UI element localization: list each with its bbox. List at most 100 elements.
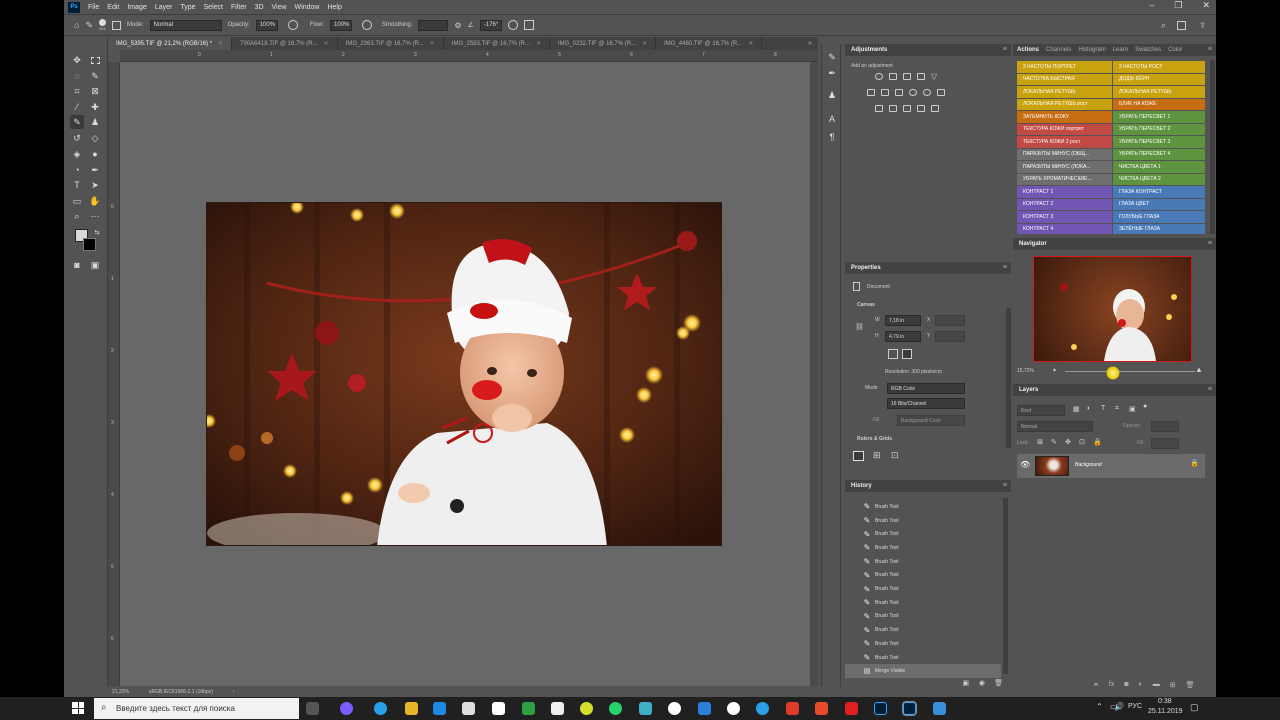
visibility-eye-icon[interactable]: 👁 <box>1020 460 1030 469</box>
history-item[interactable]: ✎ Brush Tool <box>845 623 1001 637</box>
healing-brush-tool-icon[interactable]: ✚ <box>88 100 102 114</box>
notifications-icon[interactable]: ▢ <box>1190 702 1199 713</box>
tabs-overflow-icon[interactable]: » <box>808 40 812 47</box>
tab-img-2363[interactable]: IMG_2363.TIF @ 16,7% (R... ✕ <box>338 37 444 50</box>
action-button[interactable]: ЧАСТОТКА БЫСТРАЯ <box>1017 73 1112 85</box>
history-item[interactable]: ✎ Brush Tool <box>845 500 1001 514</box>
tab-790a6418[interactable]: 790A6418.TIF @ 16,7% (R... ✕ <box>232 37 338 50</box>
lock-position-icon[interactable]: ✥ <box>1065 438 1071 446</box>
app-icon[interactable] <box>786 702 799 715</box>
layer-name[interactable]: Background <box>1075 462 1102 468</box>
lock-transparent-icon[interactable]: ⊠ <box>1037 438 1043 446</box>
zoom-slider-handle[interactable] <box>1106 366 1120 380</box>
swap-colors-icon[interactable]: ⇆ <box>90 225 104 239</box>
maximize-icon[interactable]: ❐ <box>1174 0 1182 11</box>
history-item[interactable]: ✎ Brush Tool <box>845 582 1001 596</box>
search-icon[interactable]: ⌕ <box>1161 20 1166 31</box>
grid-icon[interactable]: ⊞ <box>873 451 881 460</box>
zoom-out-icon[interactable]: ▴ <box>1053 366 1056 373</box>
flow-field[interactable]: 100% <box>330 19 353 31</box>
volume-icon[interactable]: 🔊 <box>1114 702 1124 711</box>
app-icon[interactable] <box>815 702 828 715</box>
smoothing-gear-icon[interactable]: ⚙ <box>454 21 461 30</box>
tab-color[interactable]: Color <box>1168 47 1182 53</box>
tab-img-4480[interactable]: IMG_4480.TIF @ 16,7% (R... ✕ <box>656 37 763 50</box>
app-icon[interactable] <box>727 702 740 715</box>
photoshop-taskbar-icon-active[interactable] <box>902 701 917 716</box>
history-item[interactable]: ✎ Brush Tool <box>845 569 1001 583</box>
actions-scrollbar[interactable] <box>1210 60 1215 234</box>
menu-view[interactable]: View <box>272 4 287 11</box>
language-indicator[interactable]: РУС <box>1128 703 1142 710</box>
zoom-tool-icon[interactable]: ⌕ <box>70 209 84 223</box>
hand-tool-icon[interactable]: ✋ <box>88 194 102 208</box>
history-item[interactable]: ✎ Brush Tool <box>845 527 1001 541</box>
brushes-panel-icon[interactable]: ✒ <box>826 68 838 80</box>
history-item-current[interactable]: ▤ Merge Visible <box>845 664 1001 679</box>
action-button[interactable]: КОНТРАСТ 4 <box>1017 223 1112 234</box>
posterize-icon[interactable] <box>889 105 897 112</box>
history-item[interactable]: ✎ Brush Tool <box>845 637 1001 651</box>
pen-tool-icon[interactable]: ✒ <box>88 163 102 177</box>
history-item[interactable]: ✎ Brush Tool <box>845 555 1001 569</box>
menu-image[interactable]: Image <box>127 4 146 11</box>
quick-select-tool-icon[interactable]: ✎ <box>88 69 102 83</box>
menu-edit[interactable]: Edit <box>107 4 119 11</box>
windows-start-icon[interactable] <box>72 702 84 714</box>
marquee-tool-icon[interactable] <box>88 53 102 67</box>
new-group-icon[interactable]: ▬ <box>1153 681 1160 689</box>
document-photo[interactable] <box>206 202 722 546</box>
new-snapshot-icon[interactable]: ◉ <box>979 679 985 687</box>
history-scrollbar[interactable] <box>1003 498 1008 674</box>
tab-img-2593[interactable]: IMG_2593.TIF @ 16,7% (R... ✕ <box>444 37 550 50</box>
quick-mask-icon[interactable]: ◙ <box>70 258 84 272</box>
notepad-icon[interactable] <box>492 702 505 715</box>
action-button[interactable]: БЛИК НА КОЖЕ <box>1113 98 1205 110</box>
tab-learn[interactable]: Learn <box>1113 47 1128 53</box>
action-button[interactable]: 3 ЧАСТОТЫ ПОРТРЕТ <box>1017 61 1112 73</box>
invert-icon[interactable] <box>875 105 883 112</box>
threshold-icon[interactable] <box>903 105 911 112</box>
mode-select[interactable]: Normal <box>149 19 222 31</box>
clone-source-icon[interactable]: ♟ <box>826 90 838 102</box>
action-button[interactable]: ЧИСТКА ЦВЕТА 1 <box>1113 161 1205 173</box>
brush-settings-icon[interactable] <box>111 20 121 30</box>
close-tab-icon[interactable]: ✕ <box>324 40 329 47</box>
levels-icon[interactable] <box>889 73 897 80</box>
background-color-swatch[interactable] <box>83 238 96 251</box>
eraser-tool-icon[interactable]: ◇ <box>88 131 102 145</box>
action-button[interactable]: УБРАТЬ ПЕРЕСВЕТ 4 <box>1113 148 1205 160</box>
path-selection-tool-icon[interactable]: ➤ <box>88 178 102 192</box>
menu-window[interactable]: Window <box>295 4 320 11</box>
brush-preset-picker[interactable]: 401 <box>98 19 106 31</box>
photo-filter-icon[interactable] <box>909 89 917 96</box>
navigator-zoom-value[interactable]: 15,72% <box>1017 368 1034 374</box>
action-button[interactable]: ГОЛУБЫЕ ГЛАЗА <box>1113 211 1205 223</box>
channel-mixer-icon[interactable] <box>923 89 931 96</box>
action-button[interactable]: ПАРАЗИТЫ МИНУС (ОБЩ... <box>1017 148 1112 160</box>
panel-menu-icon[interactable]: ≡ <box>1003 46 1007 53</box>
action-button[interactable]: ТЕКСТУРА КОЖИ 2 рост <box>1017 136 1112 148</box>
tray-chevron-icon[interactable]: ⌃ <box>1096 702 1103 711</box>
minimize-icon[interactable]: – <box>1149 0 1154 11</box>
lasso-tool-icon[interactable]: ◌ <box>70 69 84 83</box>
action-button[interactable]: 3 ЧАСТОТЫ РОСТ <box>1113 61 1205 73</box>
action-button[interactable]: ЗАТЕМНИТЬ КОЖУ <box>1017 111 1112 123</box>
history-brush-tool-icon[interactable]: ↺ <box>70 131 84 145</box>
layer-row-background[interactable]: 👁 Background 🔒 <box>1017 454 1205 478</box>
vibrance-icon[interactable]: ▽ <box>931 73 939 81</box>
frame-tool-icon[interactable]: ⊠ <box>88 84 102 98</box>
lock-artboard-icon[interactable]: ⊡ <box>1079 438 1085 446</box>
curves-icon[interactable] <box>903 73 911 80</box>
action-button[interactable]: ЧИСТКА ЦВЕТА 2 <box>1113 173 1205 185</box>
layer-fill-field[interactable] <box>1151 438 1179 449</box>
bit-depth-select[interactable]: 16 Bits/Channel <box>887 398 965 409</box>
tab-actions[interactable]: Actions <box>1017 47 1039 53</box>
filter-toggle-icon[interactable]: ● <box>1143 403 1147 410</box>
close-icon[interactable]: ✕ <box>1202 0 1210 11</box>
delete-state-icon[interactable]: 🗑 <box>994 679 1003 687</box>
shape-filter-icon[interactable]: ⌗ <box>1115 405 1119 413</box>
rectangle-tool-icon[interactable]: ▭ <box>70 194 84 208</box>
paragraph-panel-icon[interactable]: ¶ <box>826 132 838 144</box>
action-button[interactable]: КОНТРАСТ 3 <box>1017 211 1112 223</box>
